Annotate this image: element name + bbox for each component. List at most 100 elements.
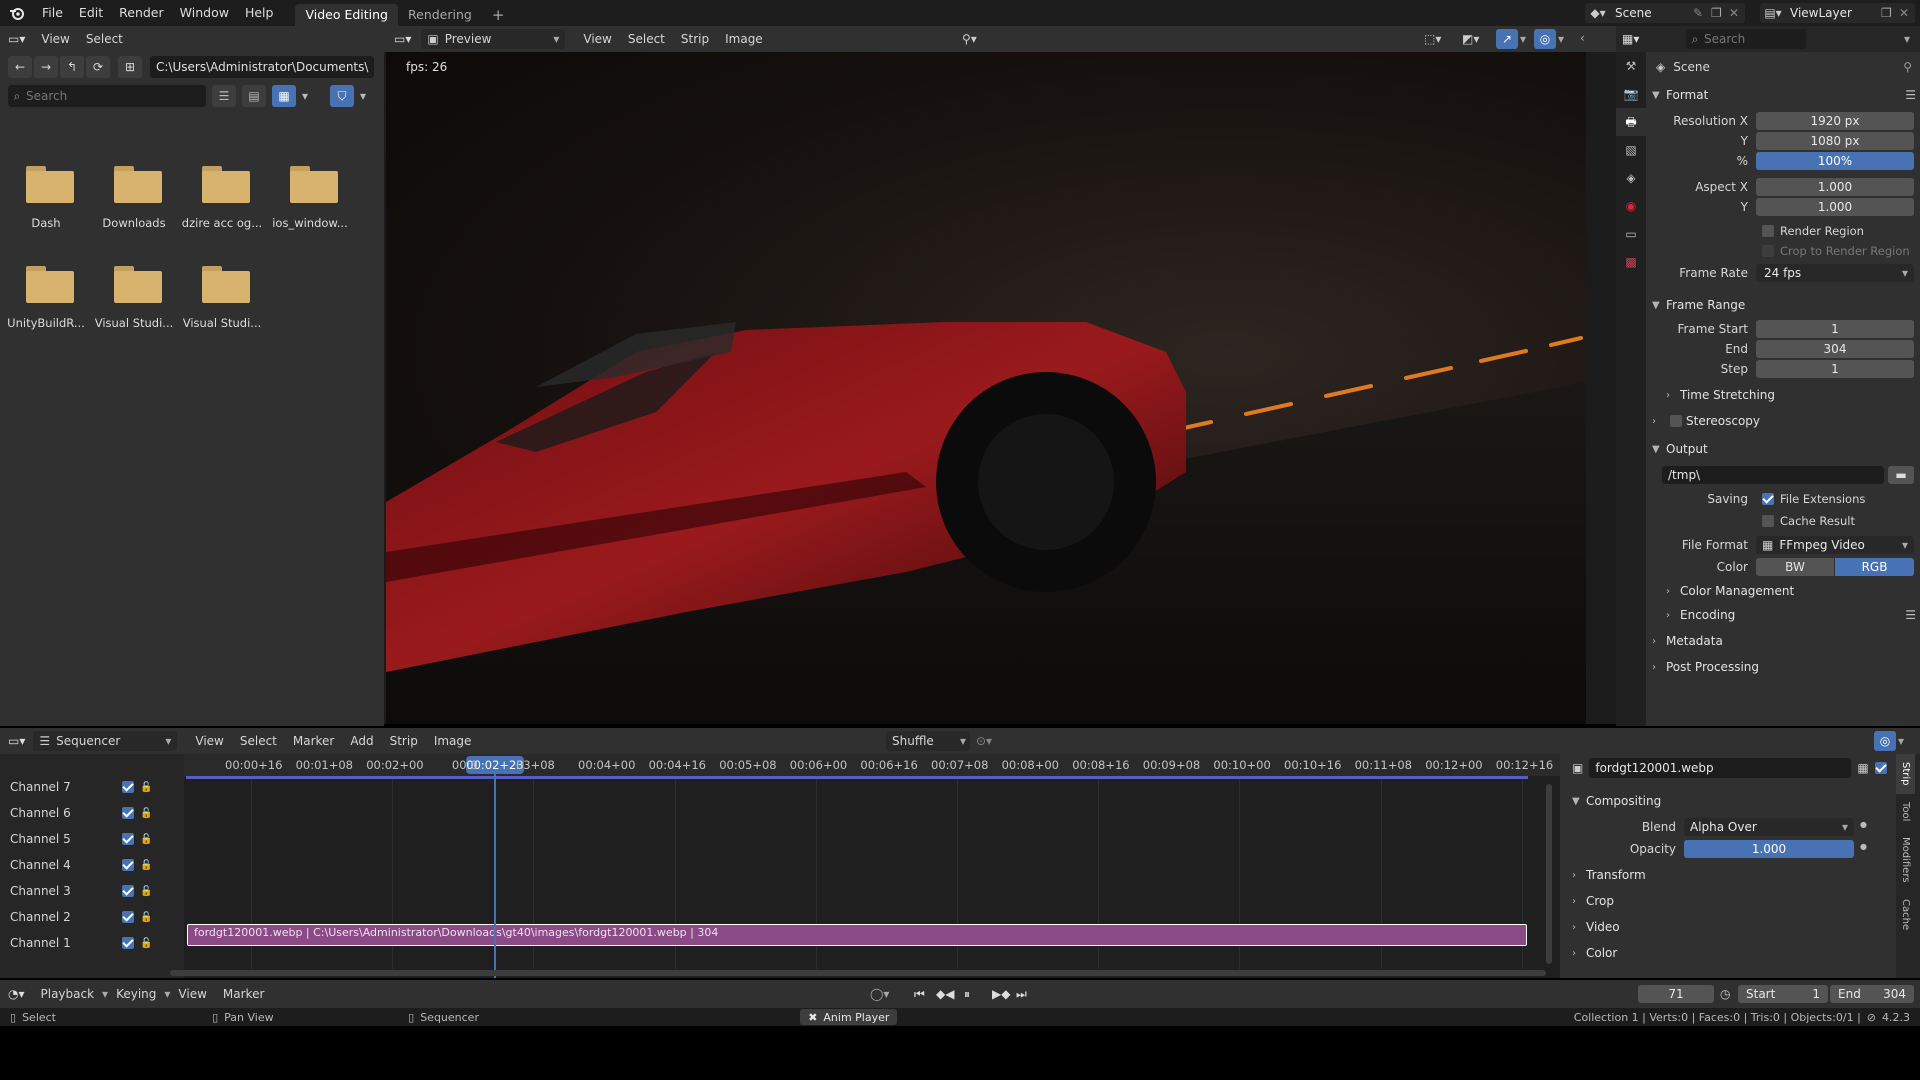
list-view-icon[interactable]: ☰ <box>212 85 236 107</box>
strip-name-field[interactable]: fordgt120001.webp <box>1589 758 1852 778</box>
properties-pin-icon[interactable]: ⚲ <box>1903 60 1920 74</box>
strip-enable-checkbox[interactable] <box>1874 762 1887 774</box>
parent-directory-icon[interactable]: ↰ <box>60 56 84 78</box>
time-stretching-subsection[interactable]: › Time Stretching <box>1666 388 1775 402</box>
tab-rendering[interactable]: Rendering <box>398 4 482 26</box>
channel-visibility-checkbox[interactable] <box>122 807 134 819</box>
crop-section-header[interactable]: › Crop <box>1572 894 1614 908</box>
folder-item[interactable]: Visual Studi... <box>180 238 264 334</box>
encoding-presets-icon[interactable]: ☰ <box>1905 608 1916 622</box>
file-browser-select-menu[interactable]: Select <box>78 32 131 46</box>
forward-arrow-icon[interactable]: → <box>34 56 58 78</box>
encoding-subsection[interactable]: › Encoding ☰ <box>1666 608 1916 622</box>
properties-options-chevron-icon[interactable]: ▾ <box>1904 32 1920 46</box>
sequencer-add-menu[interactable]: Add <box>342 734 381 748</box>
menu-file[interactable]: File <box>34 0 71 26</box>
lock-icon[interactable]: 🔓 <box>140 808 152 819</box>
preview-image-menu[interactable]: Image <box>717 32 771 46</box>
opacity-keyframe-icon[interactable]: ● <box>1860 842 1867 851</box>
opacity-slider[interactable]: 1.000 <box>1684 840 1854 858</box>
zoom-fit-icon[interactable]: ⬚▾ <box>1424 32 1441 46</box>
preview-area[interactable]: › <box>384 52 1616 724</box>
aspect-x-field[interactable]: 1.000 <box>1756 178 1914 196</box>
jump-end-icon[interactable]: ⏭ <box>1016 987 1027 1002</box>
channel-visibility-checkbox[interactable] <box>122 937 134 949</box>
view-layer-name[interactable]: ViewLayer <box>1786 6 1881 20</box>
menu-render[interactable]: Render <box>111 0 172 26</box>
sequencer-marker-menu[interactable]: Marker <box>285 734 342 748</box>
sequencer-scrollbar[interactable] <box>170 970 1546 976</box>
frame-rate-dropdown[interactable]: 24 fps ▾ <box>1756 264 1914 282</box>
video-section-header[interactable]: › Video <box>1572 920 1620 934</box>
search-input[interactable] <box>26 89 196 103</box>
file-format-dropdown[interactable]: ▦ FFmpeg Video ▾ <box>1756 536 1914 554</box>
color-rgb-button[interactable]: RGB <box>1835 558 1914 576</box>
delete-view-layer-icon[interactable]: ✕ <box>1899 6 1915 20</box>
path-field[interactable]: C:\Users\Administrator\Documents\ <box>150 56 374 78</box>
resolution-y-field[interactable]: 1080 px <box>1756 132 1914 150</box>
pin-icon[interactable]: ✎ <box>1693 6 1711 20</box>
new-scene-icon[interactable]: ❐ <box>1711 6 1729 20</box>
record-icon[interactable]: ◯▾ <box>870 987 889 1001</box>
snapping-icon[interactable]: ⊙▾ <box>976 734 992 748</box>
playback-menu[interactable]: Playback <box>33 987 103 1001</box>
properties-editor-type-icon[interactable]: ▦▾ <box>1622 32 1656 46</box>
channel-visibility-checkbox[interactable] <box>122 833 134 845</box>
refresh-icon[interactable]: ⟳ <box>86 56 110 78</box>
new-view-layer-icon[interactable]: ❐ <box>1881 6 1899 20</box>
sequencer-overlays-chevron-icon[interactable]: ▾ <box>1898 734 1904 748</box>
tab-tool[interactable]: Tool <box>1896 794 1915 829</box>
properties-search-input[interactable] <box>1704 32 1800 46</box>
presets-icon[interactable]: ☰ <box>1905 88 1916 102</box>
folder-item[interactable]: Downloads <box>92 138 176 234</box>
color-section-header[interactable]: › Color <box>1572 946 1617 960</box>
resolution-x-field[interactable]: 1920 px <box>1756 112 1914 130</box>
preview-view-menu[interactable]: View <box>575 32 619 46</box>
channel-row[interactable]: Channel 1 🔓 <box>0 932 184 954</box>
metadata-section-header[interactable]: › Metadata <box>1652 634 1723 648</box>
compositing-section-header[interactable]: ▼ Compositing <box>1572 794 1661 808</box>
stereoscopy-section-header[interactable]: › Stereoscopy <box>1652 414 1760 428</box>
tab-video-editing[interactable]: Video Editing <box>295 3 398 26</box>
sequencer-mode-dropdown[interactable]: ☰ Sequencer ▾ <box>33 731 178 751</box>
output-tab-icon[interactable]: 🖶 <box>1616 108 1646 136</box>
playhead-line[interactable] <box>494 764 496 978</box>
file-extensions-checkbox[interactable] <box>1762 493 1774 505</box>
view-layer-tab-icon[interactable]: ▧ <box>1616 136 1646 164</box>
folder-browse-icon[interactable]: ▬ <box>1888 466 1914 484</box>
lock-icon[interactable]: 🔓 <box>140 912 152 923</box>
sequencer-editor-type-icon[interactable]: ▭▾ <box>0 734 33 748</box>
channel-visibility-checkbox[interactable] <box>122 911 134 923</box>
channel-row[interactable]: Channel 3 🔓 <box>0 880 184 902</box>
back-arrow-icon[interactable]: ← <box>8 56 32 78</box>
cache-result-checkbox[interactable] <box>1762 515 1774 527</box>
grid-view-icon[interactable]: ▦ <box>272 85 296 107</box>
timeline-marker-menu[interactable]: Marker <box>215 987 272 1001</box>
folder-item[interactable]: Visual Studi... <box>92 238 176 334</box>
lock-icon[interactable]: 🔓 <box>140 938 152 949</box>
texture-tab-icon[interactable]: ▩ <box>1616 248 1646 276</box>
color-management-subsection[interactable]: › Color Management <box>1666 584 1794 598</box>
preview-strip-menu[interactable]: Strip <box>673 32 717 46</box>
anim-player-button[interactable]: ✖ Anim Player <box>800 1009 898 1025</box>
output-path-field[interactable]: /tmp\ <box>1662 466 1884 484</box>
sequencer-view-menu[interactable]: View <box>187 734 231 748</box>
frame-step-field[interactable]: 1 <box>1756 360 1914 378</box>
file-browser-view-menu[interactable]: View <box>33 32 77 46</box>
channel-row[interactable]: Channel 5 🔓 <box>0 828 184 850</box>
resolution-percentage-field[interactable]: 100% <box>1756 152 1914 170</box>
blend-mode-dropdown[interactable]: Alpha Over ▾ <box>1684 818 1854 836</box>
folder-item[interactable]: dzire acc og... <box>180 138 264 234</box>
thumbnail-list-icon[interactable]: ▤ <box>242 85 266 107</box>
tab-cache[interactable]: Cache <box>1896 891 1915 938</box>
current-frame-field[interactable]: 71 <box>1638 985 1714 1003</box>
clock-icon[interactable]: ◷ <box>1720 987 1730 1001</box>
lock-icon[interactable]: 🔓 <box>140 860 152 871</box>
sequencer-strip-menu[interactable]: Strip <box>382 734 426 748</box>
tab-modifiers[interactable]: Modifiers <box>1896 829 1915 891</box>
blend-keyframe-icon[interactable]: ● <box>1860 820 1867 829</box>
render-tab-icon[interactable]: 📷 <box>1616 80 1646 108</box>
lock-icon[interactable]: 🔓 <box>140 886 152 897</box>
scene-icon[interactable]: ◆▾ <box>1585 6 1611 20</box>
video-strip[interactable]: fordgt120001.webp | C:\Users\Administrat… <box>187 924 1527 946</box>
